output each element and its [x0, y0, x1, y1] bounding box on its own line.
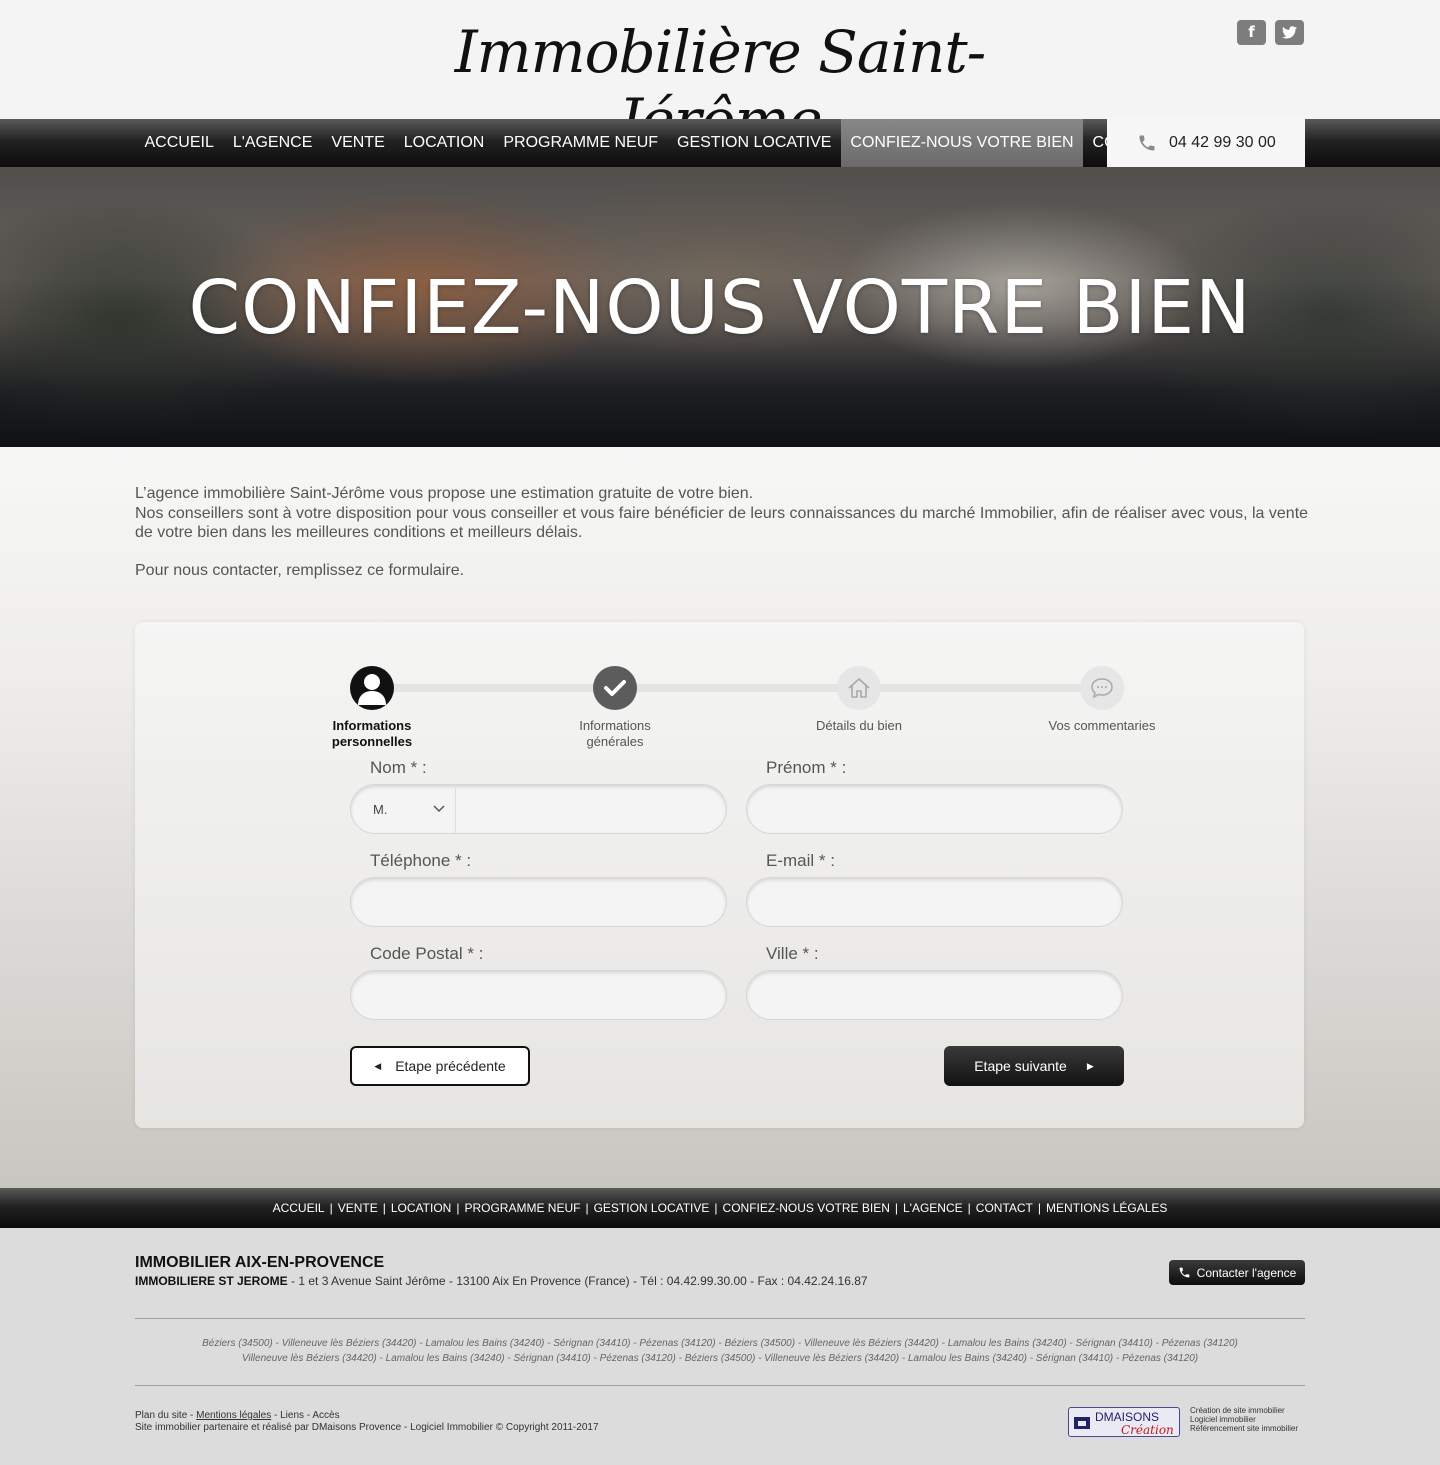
footer-title: IMMOBILIER AIX-EN-PROVENCE — [135, 1254, 385, 1271]
dmaisons-logo[interactable]: DMAISONS Création — [1068, 1407, 1180, 1437]
step-details-du-bien[interactable]: Détails du bien — [779, 666, 939, 734]
hero-banner: CONFIEZ-NOUS VOTRE BIEN — [0, 167, 1440, 447]
prenom-field — [746, 784, 1123, 834]
intro-line-2: Nos conseillers sont à votre disposition… — [135, 504, 1309, 542]
prenom-input[interactable] — [747, 785, 1122, 833]
code-postal-label: Code Postal * : — [370, 944, 484, 963]
telephone-input[interactable] — [351, 878, 726, 926]
page-title: CONFIEZ-NOUS VOTRE BIEN — [188, 265, 1252, 351]
footer-link-confiez-nous[interactable]: CONFIEZ-NOUS VOTRE BIEN — [723, 1201, 890, 1215]
header: Immobilière Saint-Jérôme f — [0, 0, 1440, 154]
footer-address: IMMOBILIERE ST JEROME - 1 et 3 Avenue Sa… — [135, 1274, 868, 1288]
nom-label: Nom * : — [370, 758, 427, 777]
dmaisons-tagline: Création de site immobilier Logiciel imm… — [1190, 1406, 1299, 1433]
phone-number: 04 42 99 30 00 — [1169, 134, 1276, 151]
email-field — [746, 877, 1123, 927]
nav-agence[interactable]: L'AGENCE — [223, 119, 322, 167]
code-postal-input[interactable] — [351, 971, 726, 1019]
email-input[interactable] — [747, 878, 1122, 926]
telephone-field — [350, 877, 727, 927]
intro-line-1: L’agence immobilière Saint-Jérôme vous p… — [135, 485, 754, 502]
ville-label: Ville * : — [766, 944, 819, 963]
intro-line-3: Pour nous contacter, remplissez ce formu… — [135, 561, 465, 579]
triangle-right-icon: ▶ — [1086, 1060, 1094, 1071]
ville-field — [746, 970, 1123, 1020]
link-acces[interactable]: Accès — [312, 1410, 339, 1421]
facebook-icon[interactable]: f — [1237, 20, 1266, 45]
email-label: E-mail * : — [766, 851, 835, 870]
steps-progress-track — [385, 684, 1105, 692]
footer-nav: ACCUEIL | VENTE | LOCATION | PROGRAMME NEUF… — [0, 1188, 1440, 1228]
footer-divider — [135, 1318, 1305, 1319]
step-informations-generales[interactable]: Informations générales — [535, 666, 695, 750]
contact-agency-button[interactable]: Contacter l'agence — [1169, 1260, 1305, 1285]
nav-confiez-nous[interactable]: CONFIEZ-NOUS VOTRE BIEN — [840, 119, 1084, 167]
chevron-down-icon — [433, 805, 445, 813]
triangle-left-icon: ◀ — [374, 1060, 382, 1071]
link-mentions-legales[interactable]: Mentions légales — [196, 1410, 271, 1421]
user-icon — [350, 666, 394, 710]
nom-field: M. — [350, 784, 832, 834]
footer: IMMOBILIER AIX-EN-PROVENCE IMMOBILIERE S… — [0, 1228, 1440, 1465]
link-plan-du-site[interactable]: Plan du site — [135, 1410, 187, 1421]
footer-credit: Site immobilier partenaire et réalisé pa… — [135, 1422, 599, 1433]
footer-link-contact[interactable]: CONTACT — [976, 1201, 1033, 1215]
phone-box[interactable]: 04 42 99 30 00 — [1107, 119, 1305, 167]
link-liens[interactable]: Liens — [280, 1410, 304, 1421]
ville-input[interactable] — [747, 971, 1122, 1019]
next-step-button[interactable]: Etape suivante ▶ — [944, 1046, 1124, 1086]
footer-link-accueil[interactable]: ACCUEIL — [273, 1201, 325, 1215]
telephone-label: Téléphone * : — [370, 851, 472, 870]
phone-icon — [1179, 1267, 1190, 1278]
footer-link-programme-neuf[interactable]: PROGRAMME NEUF — [464, 1201, 580, 1215]
footer-link-vente[interactable]: VENTE — [338, 1201, 378, 1215]
house-icon — [837, 666, 881, 710]
step-informations-personnelles[interactable]: Informations personnelles — [292, 666, 452, 750]
twitter-icon[interactable] — [1275, 20, 1304, 45]
civilite-select[interactable]: M. — [351, 785, 456, 833]
footer-link-mentions[interactable]: MENTIONS LÉGALES — [1046, 1201, 1167, 1215]
main-content: L’agence immobilière Saint-Jérôme vous p… — [0, 447, 1440, 1188]
chat-bubble-icon — [1080, 666, 1124, 710]
estimation-form: Informations personnelles Informations gén… — [135, 622, 1304, 1128]
nav-gestion-locative[interactable]: GESTION LOCATIVE — [668, 119, 841, 167]
footer-link-agence[interactable]: L'AGENCE — [903, 1201, 963, 1215]
previous-step-button[interactable]: ◀ Etape précédente — [350, 1046, 530, 1086]
prenom-label: Prénom * : — [766, 758, 847, 777]
footer-legal-links: Plan du site - Mentions légales - Liens … — [135, 1410, 599, 1433]
step-vos-commentaires[interactable]: Vos commentaries — [1022, 666, 1182, 734]
cities-list: Béziers (34500) - Villeneuve lès Béziers… — [202, 1338, 1238, 1364]
check-icon — [593, 666, 637, 710]
footer-divider — [135, 1385, 1305, 1386]
footer-link-gestion-locative[interactable]: GESTION LOCATIVE — [594, 1201, 710, 1215]
phone-icon — [1139, 135, 1155, 151]
nav-programme-neuf[interactable]: PROGRAMME NEUF — [494, 119, 668, 167]
nav-location[interactable]: LOCATION — [394, 119, 494, 167]
nav-accueil[interactable]: ACCUEIL — [135, 119, 223, 167]
code-postal-field — [350, 970, 727, 1020]
nav-vente[interactable]: VENTE — [322, 119, 394, 167]
main-nav: ACCUEIL L'AGENCE VENTE LOCATION PROGRAMM… — [0, 119, 1440, 167]
intro-text: L’agence immobilière Saint-Jérôme vous p… — [135, 484, 1310, 580]
footer-link-location[interactable]: LOCATION — [391, 1201, 451, 1215]
